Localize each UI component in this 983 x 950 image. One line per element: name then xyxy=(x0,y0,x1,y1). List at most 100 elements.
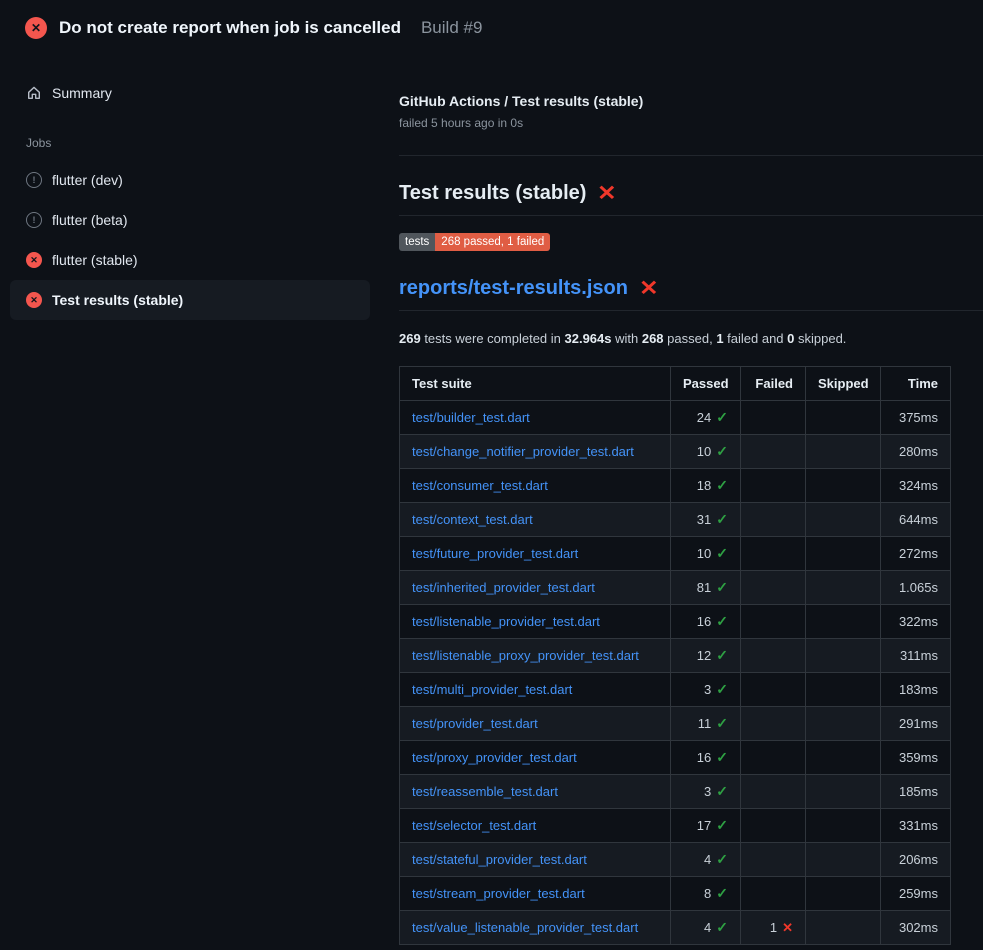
check-icon: ✓ xyxy=(716,919,728,935)
failed-cell xyxy=(741,775,806,809)
sidebar-item-job[interactable]: ✕flutter (stable) xyxy=(10,240,370,280)
table-row: test/multi_provider_test.dart3✓183ms xyxy=(400,673,951,707)
summary-text-part: 269 xyxy=(399,331,421,346)
passed-cell: 16✓ xyxy=(671,741,741,775)
skipped-cell xyxy=(806,435,881,469)
test-suite-link[interactable]: test/listenable_proxy_provider_test.dart xyxy=(412,648,639,663)
table-row: test/provider_test.dart11✓291ms xyxy=(400,707,951,741)
summary-text-part: passed, xyxy=(664,331,717,346)
passed-cell: 24✓ xyxy=(671,401,741,435)
badge-value: 268 passed, 1 failed xyxy=(435,233,550,251)
time-cell: 302ms xyxy=(881,911,951,945)
check-icon: ✓ xyxy=(716,443,728,459)
test-suite-cell: test/reassemble_test.dart xyxy=(400,775,671,809)
passed-cell: 3✓ xyxy=(671,673,741,707)
x-fail-icon: ✕ xyxy=(639,278,658,299)
time-cell: 185ms xyxy=(881,775,951,809)
failed-cell: 1✕ xyxy=(741,911,806,945)
test-suite-cell: test/proxy_provider_test.dart xyxy=(400,741,671,775)
test-suite-cell: test/stateful_provider_test.dart xyxy=(400,843,671,877)
test-suite-link[interactable]: test/future_provider_test.dart xyxy=(412,546,578,561)
sidebar-item-job[interactable]: !flutter (beta) xyxy=(10,200,370,240)
status-line: failed 5 hours ago in 0s xyxy=(399,116,983,130)
test-suite-link[interactable]: test/multi_provider_test.dart xyxy=(412,682,572,697)
table-row: test/change_notifier_provider_test.dart1… xyxy=(400,435,951,469)
passed-count: 12 xyxy=(697,648,711,663)
neutral-status-icon: ! xyxy=(26,172,42,188)
table-row: test/consumer_test.dart18✓324ms xyxy=(400,469,951,503)
skipped-cell xyxy=(806,401,881,435)
failed-cell xyxy=(741,469,806,503)
passed-count: 17 xyxy=(697,818,711,833)
check-icon: ✓ xyxy=(716,511,728,527)
check-icon: ✓ xyxy=(716,783,728,799)
divider xyxy=(399,155,983,156)
test-suite-link[interactable]: test/context_test.dart xyxy=(412,512,533,527)
passed-count: 31 xyxy=(697,512,711,527)
test-suite-link[interactable]: test/provider_test.dart xyxy=(412,716,538,731)
failed-cell xyxy=(741,809,806,843)
col-header-skipped: Skipped xyxy=(806,367,881,401)
sidebar-item-job[interactable]: !flutter (dev) xyxy=(10,160,370,200)
test-suite-cell: test/provider_test.dart xyxy=(400,707,671,741)
check-icon: ✓ xyxy=(716,613,728,629)
test-suite-link[interactable]: test/value_listenable_provider_test.dart xyxy=(412,920,638,935)
passed-count: 3 xyxy=(704,682,711,697)
skipped-cell xyxy=(806,707,881,741)
failed-cell xyxy=(741,877,806,911)
test-suite-link[interactable]: test/selector_test.dart xyxy=(412,818,536,833)
jobs-section-label: Jobs xyxy=(26,136,380,150)
table-row: test/context_test.dart31✓644ms xyxy=(400,503,951,537)
report-file-link[interactable]: reports/test-results.json xyxy=(399,277,628,300)
test-suite-link[interactable]: test/consumer_test.dart xyxy=(412,478,548,493)
check-icon: ✓ xyxy=(716,817,728,833)
passed-cell: 17 ✓ xyxy=(671,809,741,843)
test-suite-link[interactable]: test/stateful_provider_test.dart xyxy=(412,852,587,867)
check-icon: ✓ xyxy=(716,885,728,901)
badge-label: tests xyxy=(399,233,435,251)
failed-cell xyxy=(741,503,806,537)
check-icon: ✓ xyxy=(716,715,728,731)
summary-text-part: 32.964s xyxy=(565,331,612,346)
table-row: test/proxy_provider_test.dart16✓359ms xyxy=(400,741,951,775)
skipped-cell xyxy=(806,741,881,775)
table-row: test/stream_provider_test.dart 8✓ 259ms xyxy=(400,877,951,911)
test-suite-link[interactable]: test/listenable_provider_test.dart xyxy=(412,614,600,629)
failed-cell xyxy=(741,435,806,469)
check-icon: ✓ xyxy=(716,545,728,561)
x-icon: ✕ xyxy=(782,920,793,935)
failed-cell xyxy=(741,571,806,605)
sidebar-item-summary[interactable]: Summary xyxy=(10,73,370,113)
sidebar-item-label: Test results (stable) xyxy=(52,292,183,308)
sidebar-item-job[interactable]: ✕Test results (stable) xyxy=(10,280,370,320)
test-suite-link[interactable]: test/builder_test.dart xyxy=(412,410,530,425)
skipped-cell xyxy=(806,503,881,537)
passed-cell: 10✓ xyxy=(671,537,741,571)
sidebar: Summary Jobs !flutter (dev)!flutter (bet… xyxy=(0,56,380,320)
x-fail-icon: ✕ xyxy=(598,183,617,204)
passed-cell: 4✓ xyxy=(671,843,741,877)
test-suite-link[interactable]: test/inherited_provider_test.dart xyxy=(412,580,595,595)
passed-count: 16 xyxy=(697,750,711,765)
skipped-cell xyxy=(806,911,881,945)
skipped-cell xyxy=(806,877,881,911)
test-suite-link[interactable]: test/stream_provider_test.dart xyxy=(412,886,585,901)
check-icon: ✓ xyxy=(716,409,728,425)
col-header-time: Time xyxy=(881,367,951,401)
time-cell: 259ms xyxy=(881,877,951,911)
sidebar-jobs: !flutter (dev)!flutter (beta)✕flutter (s… xyxy=(0,160,380,320)
passed-cell: 81✓ xyxy=(671,571,741,605)
passed-cell: 8✓ xyxy=(671,877,741,911)
passed-cell: 16✓ xyxy=(671,605,741,639)
skipped-cell xyxy=(806,469,881,503)
time-cell: 280ms xyxy=(881,435,951,469)
x-circle-fail-icon: ✕ xyxy=(26,252,42,268)
test-suite-cell: test/multi_provider_test.dart xyxy=(400,673,671,707)
test-suite-link[interactable]: test/reassemble_test.dart xyxy=(412,784,558,799)
test-suite-link[interactable]: test/proxy_provider_test.dart xyxy=(412,750,577,765)
col-header-test-suite: Test suite xyxy=(400,367,671,401)
passed-count: 4 xyxy=(704,852,711,867)
skipped-cell xyxy=(806,605,881,639)
passed-count: 3 xyxy=(704,784,711,799)
test-suite-link[interactable]: test/change_notifier_provider_test.dart xyxy=(412,444,634,459)
